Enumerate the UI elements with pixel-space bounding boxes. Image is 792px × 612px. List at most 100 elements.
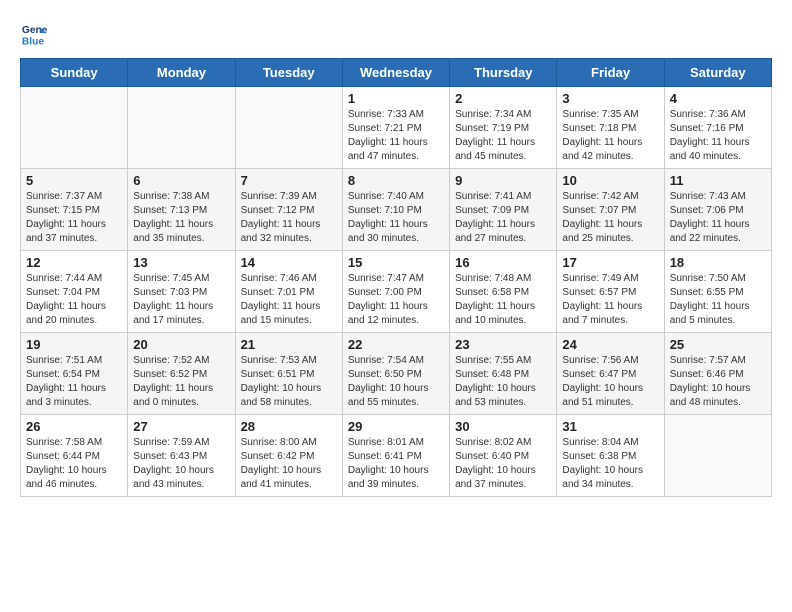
day-info: Sunrise: 7:40 AM Sunset: 7:10 PM Dayligh… (348, 190, 444, 246)
calendar-cell: 8 Sunrise: 7:40 AM Sunset: 7:10 PM Daylig… (342, 169, 449, 251)
page-header: General Blue (20, 20, 772, 48)
day-info: Sunrise: 7:50 AM Sunset: 6:55 PM Dayligh… (670, 272, 766, 328)
calendar-cell (664, 415, 771, 497)
day-number: 4 (670, 91, 766, 106)
calendar-cell (235, 87, 342, 169)
day-number: 9 (455, 173, 551, 188)
day-info: Sunrise: 7:51 AM Sunset: 6:54 PM Dayligh… (26, 354, 122, 410)
day-number: 12 (26, 255, 122, 270)
logo-icon: General Blue (20, 20, 48, 48)
day-number: 19 (26, 337, 122, 352)
calendar-week-row: 1 Sunrise: 7:33 AM Sunset: 7:21 PM Daylig… (21, 87, 772, 169)
day-number: 5 (26, 173, 122, 188)
day-info: Sunrise: 7:53 AM Sunset: 6:51 PM Dayligh… (241, 354, 337, 410)
day-number: 24 (562, 337, 658, 352)
calendar-cell: 23 Sunrise: 7:55 AM Sunset: 6:48 PM Dayli… (450, 333, 557, 415)
day-number: 8 (348, 173, 444, 188)
day-number: 18 (670, 255, 766, 270)
day-info: Sunrise: 7:41 AM Sunset: 7:09 PM Dayligh… (455, 190, 551, 246)
day-number: 26 (26, 419, 122, 434)
calendar-cell: 1 Sunrise: 7:33 AM Sunset: 7:21 PM Daylig… (342, 87, 449, 169)
weekday-header: Saturday (664, 59, 771, 87)
calendar-cell: 15Sunrise: 7:47 AM Sunset: 7:00 PM Dayli… (342, 251, 449, 333)
calendar-week-row: 12 Sunrise: 7:44 AM Sunset: 7:04 PM Dayli… (21, 251, 772, 333)
day-info: Sunrise: 7:39 AM Sunset: 7:12 PM Dayligh… (241, 190, 337, 246)
calendar-cell: 21 Sunrise: 7:53 AM Sunset: 6:51 PM Dayli… (235, 333, 342, 415)
day-number: 23 (455, 337, 551, 352)
calendar-cell: 4 Sunrise: 7:36 AM Sunset: 7:16 PM Daylig… (664, 87, 771, 169)
day-info: Sunrise: 7:44 AM Sunset: 7:04 PM Dayligh… (26, 272, 122, 328)
day-number: 21 (241, 337, 337, 352)
day-number: 15 (348, 255, 444, 270)
weekday-header: Sunday (21, 59, 128, 87)
calendar-week-row: 19 Sunrise: 7:51 AM Sunset: 6:54 PM Dayli… (21, 333, 772, 415)
day-info: Sunrise: 7:57 AM Sunset: 6:46 PM Dayligh… (670, 354, 766, 410)
day-number: 30 (455, 419, 551, 434)
day-info: Sunrise: 7:34 AM Sunset: 7:19 PM Dayligh… (455, 108, 551, 164)
calendar-cell: 6 Sunrise: 7:38 AM Sunset: 7:13 PM Daylig… (128, 169, 235, 251)
day-info: Sunrise: 8:00 AM Sunset: 6:42 PM Dayligh… (241, 436, 337, 492)
calendar-cell: 3 Sunrise: 7:35 AM Sunset: 7:18 PM Daylig… (557, 87, 664, 169)
day-info: Sunrise: 7:54 AM Sunset: 6:50 PM Dayligh… (348, 354, 444, 410)
day-info: Sunrise: 7:49 AM Sunset: 6:57 PM Dayligh… (562, 272, 658, 328)
day-info: Sunrise: 7:38 AM Sunset: 7:13 PM Dayligh… (133, 190, 229, 246)
calendar-week-row: 26 Sunrise: 7:58 AM Sunset: 6:44 PM Dayli… (21, 415, 772, 497)
day-info: Sunrise: 8:01 AM Sunset: 6:41 PM Dayligh… (348, 436, 444, 492)
calendar-cell: 25 Sunrise: 7:57 AM Sunset: 6:46 PM Dayli… (664, 333, 771, 415)
day-info: Sunrise: 7:35 AM Sunset: 7:18 PM Dayligh… (562, 108, 658, 164)
day-number: 17 (562, 255, 658, 270)
calendar-cell: 29 Sunrise: 8:01 AM Sunset: 6:41 PM Dayli… (342, 415, 449, 497)
calendar-cell (21, 87, 128, 169)
calendar-cell: 28 Sunrise: 8:00 AM Sunset: 6:42 PM Dayli… (235, 415, 342, 497)
day-info: Sunrise: 7:43 AM Sunset: 7:06 PM Dayligh… (670, 190, 766, 246)
calendar-cell: 13 Sunrise: 7:45 AM Sunset: 7:03 PM Dayli… (128, 251, 235, 333)
day-number: 28 (241, 419, 337, 434)
weekday-header: Monday (128, 59, 235, 87)
weekday-header-row: SundayMondayTuesdayWednesdayThursdayFrid… (21, 59, 772, 87)
day-info: Sunrise: 7:58 AM Sunset: 6:44 PM Dayligh… (26, 436, 122, 492)
day-info: Sunrise: 7:56 AM Sunset: 6:47 PM Dayligh… (562, 354, 658, 410)
day-number: 6 (133, 173, 229, 188)
day-number: 3 (562, 91, 658, 106)
day-number: 20 (133, 337, 229, 352)
calendar-cell: 17 Sunrise: 7:49 AM Sunset: 6:57 PM Dayli… (557, 251, 664, 333)
day-number: 10 (562, 173, 658, 188)
calendar-cell (128, 87, 235, 169)
day-number: 29 (348, 419, 444, 434)
calendar-cell: 9 Sunrise: 7:41 AM Sunset: 7:09 PM Daylig… (450, 169, 557, 251)
calendar-cell: 5Sunrise: 7:37 AM Sunset: 7:15 PM Daylig… (21, 169, 128, 251)
calendar-cell: 27 Sunrise: 7:59 AM Sunset: 6:43 PM Dayli… (128, 415, 235, 497)
svg-text:Blue: Blue (22, 36, 45, 47)
weekday-header: Tuesday (235, 59, 342, 87)
calendar-cell: 22Sunrise: 7:54 AM Sunset: 6:50 PM Dayli… (342, 333, 449, 415)
calendar-cell: 26 Sunrise: 7:58 AM Sunset: 6:44 PM Dayli… (21, 415, 128, 497)
calendar-cell: 16Sunrise: 7:48 AM Sunset: 6:58 PM Dayli… (450, 251, 557, 333)
weekday-header: Friday (557, 59, 664, 87)
day-number: 13 (133, 255, 229, 270)
weekday-header: Wednesday (342, 59, 449, 87)
day-info: Sunrise: 7:42 AM Sunset: 7:07 PM Dayligh… (562, 190, 658, 246)
calendar-cell: 2Sunrise: 7:34 AM Sunset: 7:19 PM Daylig… (450, 87, 557, 169)
day-number: 25 (670, 337, 766, 352)
day-number: 16 (455, 255, 551, 270)
day-info: Sunrise: 7:33 AM Sunset: 7:21 PM Dayligh… (348, 108, 444, 164)
calendar-cell: 14Sunrise: 7:46 AM Sunset: 7:01 PM Dayli… (235, 251, 342, 333)
day-info: Sunrise: 7:52 AM Sunset: 6:52 PM Dayligh… (133, 354, 229, 410)
day-info: Sunrise: 7:55 AM Sunset: 6:48 PM Dayligh… (455, 354, 551, 410)
day-number: 1 (348, 91, 444, 106)
calendar-cell: 20 Sunrise: 7:52 AM Sunset: 6:52 PM Dayli… (128, 333, 235, 415)
calendar-week-row: 5Sunrise: 7:37 AM Sunset: 7:15 PM Daylig… (21, 169, 772, 251)
logo: General Blue (20, 20, 48, 48)
day-number: 7 (241, 173, 337, 188)
day-info: Sunrise: 7:59 AM Sunset: 6:43 PM Dayligh… (133, 436, 229, 492)
calendar-cell: 24 Sunrise: 7:56 AM Sunset: 6:47 PM Dayli… (557, 333, 664, 415)
calendar-cell: 7 Sunrise: 7:39 AM Sunset: 7:12 PM Daylig… (235, 169, 342, 251)
day-number: 27 (133, 419, 229, 434)
day-info: Sunrise: 7:36 AM Sunset: 7:16 PM Dayligh… (670, 108, 766, 164)
weekday-header: Thursday (450, 59, 557, 87)
day-number: 11 (670, 173, 766, 188)
svg-text:General: General (22, 25, 48, 36)
calendar-table: SundayMondayTuesdayWednesdayThursdayFrid… (20, 58, 772, 497)
calendar-cell: 11 Sunrise: 7:43 AM Sunset: 7:06 PM Dayli… (664, 169, 771, 251)
day-info: Sunrise: 7:45 AM Sunset: 7:03 PM Dayligh… (133, 272, 229, 328)
